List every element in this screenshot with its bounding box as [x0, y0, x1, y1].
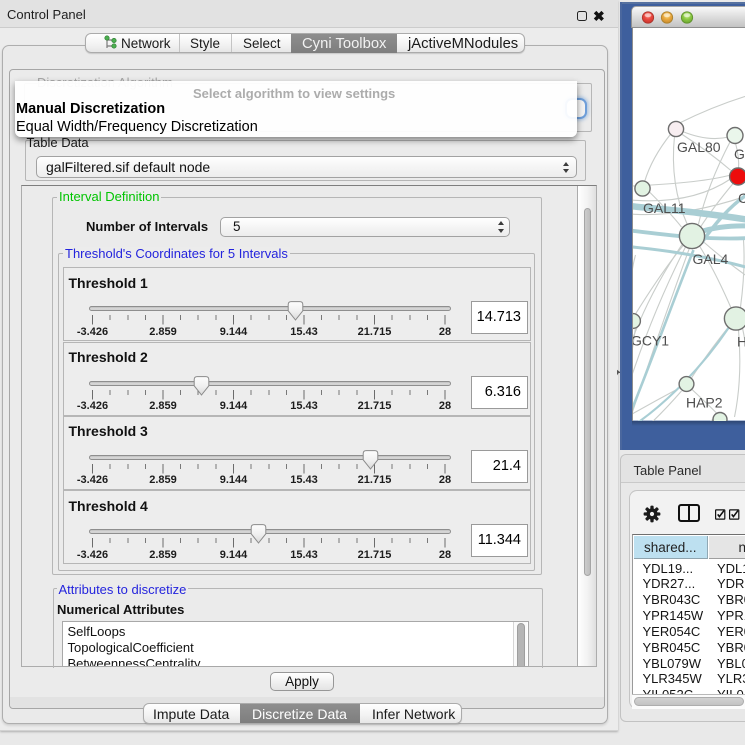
svg-text:HAP2: HAP2	[686, 394, 723, 410]
svg-text:GAL11: GAL11	[643, 200, 686, 216]
svg-text:HI: HI	[736, 333, 745, 349]
svg-text:GAL80: GAL80	[677, 139, 721, 155]
svg-text:GCY1: GCY1	[632, 332, 669, 348]
svg-text:GAL4: GAL4	[692, 251, 728, 267]
svg-text:CY: CY	[737, 190, 745, 206]
svg-text:GA: GA	[733, 146, 745, 162]
